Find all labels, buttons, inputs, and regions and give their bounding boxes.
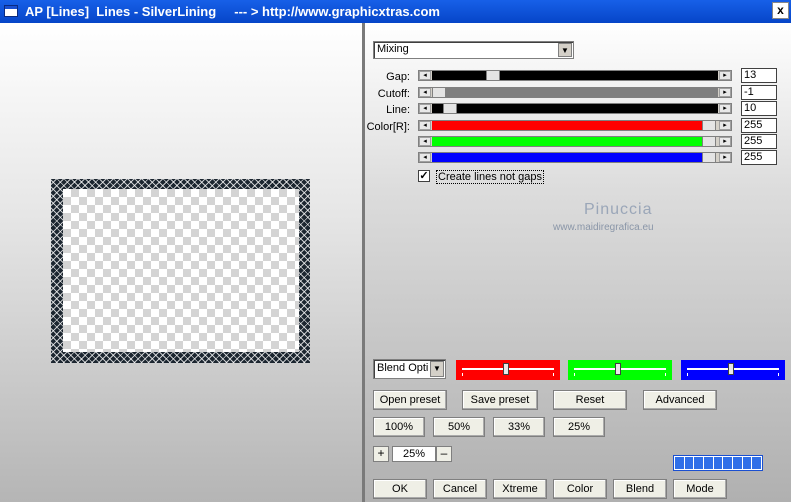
slider-value-field[interactable]: 10 xyxy=(741,101,777,116)
slider-track xyxy=(432,121,702,130)
scroll-right-arrow-icon[interactable]: ▸ xyxy=(719,88,731,97)
progress-indicator xyxy=(673,455,763,471)
slider-value-field[interactable]: 255 xyxy=(741,134,777,149)
slider-label: Color[R]: xyxy=(366,121,410,133)
mode-select-value: Mixing xyxy=(377,43,409,55)
open-preset-button[interactable]: Open preset xyxy=(373,390,447,410)
slider-value-field[interactable]: 255 xyxy=(741,150,777,165)
blend-options-value: Blend Opti xyxy=(377,362,429,374)
slider-thumb[interactable] xyxy=(432,87,446,98)
slider-thumb[interactable] xyxy=(702,136,716,147)
slider-thumb[interactable] xyxy=(728,363,734,375)
value-slider[interactable]: ◂ ▸ xyxy=(418,70,732,81)
slider-label: Gap: xyxy=(386,71,410,83)
slider-thumb[interactable] xyxy=(486,70,500,81)
zoom-50-button[interactable]: 50% xyxy=(433,417,485,437)
preview-panel xyxy=(0,23,362,502)
scroll-left-arrow-icon[interactable]: ◂ xyxy=(419,71,431,80)
zoom-33-button[interactable]: 33% xyxy=(493,417,545,437)
scroll-right-arrow-icon[interactable]: ▸ xyxy=(719,137,731,146)
scroll-left-arrow-icon[interactable]: ◂ xyxy=(419,137,431,146)
value-slider[interactable]: ◂ ▸ xyxy=(418,103,732,114)
color-mix-slider[interactable] xyxy=(456,360,560,380)
scroll-right-arrow-icon[interactable]: ▸ xyxy=(719,71,731,80)
advanced-button[interactable]: Advanced xyxy=(643,390,717,410)
scroll-left-arrow-icon[interactable]: ◂ xyxy=(419,88,431,97)
value-slider[interactable]: ◂ ▸ xyxy=(418,87,732,98)
create-lines-label[interactable]: Create lines not gaps xyxy=(436,170,544,184)
color-mix-slider[interactable] xyxy=(681,360,785,380)
preview-transparent-area xyxy=(63,189,299,352)
slider-track xyxy=(446,88,718,97)
mode-button[interactable]: Mode xyxy=(673,479,727,499)
scroll-right-arrow-icon[interactable]: ▸ xyxy=(719,104,731,113)
reset-button[interactable]: Reset xyxy=(553,390,627,410)
zoom-out-button[interactable]: – xyxy=(436,446,452,462)
close-button[interactable]: x xyxy=(772,2,789,19)
color-button[interactable]: Color xyxy=(553,479,607,499)
scroll-left-arrow-icon[interactable]: ◂ xyxy=(419,153,431,162)
slider-value-field[interactable]: -1 xyxy=(741,85,777,100)
slider-thumb[interactable] xyxy=(702,120,716,131)
value-slider[interactable]: ◂ ▸ xyxy=(418,120,732,131)
zoom-25-button[interactable]: 25% xyxy=(553,417,605,437)
slider-track xyxy=(432,153,702,162)
watermark-name: Pinuccia xyxy=(584,201,653,218)
slider-thumb[interactable] xyxy=(443,103,457,114)
window-title: AP [Lines] Lines - SilverLining --- > ht… xyxy=(25,4,440,19)
slider-thumb[interactable] xyxy=(615,363,621,375)
scroll-left-arrow-icon[interactable]: ◂ xyxy=(419,121,431,130)
scroll-left-arrow-icon[interactable]: ◂ xyxy=(419,104,431,113)
ok-button[interactable]: OK xyxy=(373,479,427,499)
scroll-right-arrow-icon[interactable]: ▸ xyxy=(719,121,731,130)
slider-value-field[interactable]: 13 xyxy=(741,68,777,83)
create-lines-checkbox[interactable]: ✓ xyxy=(418,170,430,182)
slider-track xyxy=(432,104,718,113)
value-slider[interactable]: ◂ ▸ xyxy=(418,136,732,147)
watermark-url: www.maidiregrafica.eu xyxy=(553,222,654,233)
value-slider[interactable]: ◂ ▸ xyxy=(418,152,732,163)
blend-options-select[interactable]: Blend Opti ▼ xyxy=(373,359,446,379)
app-icon xyxy=(4,5,18,17)
slider-track xyxy=(432,71,718,80)
cancel-button[interactable]: Cancel xyxy=(433,479,487,499)
slider-thumb[interactable] xyxy=(503,363,509,375)
scroll-right-arrow-icon[interactable]: ▸ xyxy=(719,153,731,162)
blend-button[interactable]: Blend xyxy=(613,479,667,499)
mode-select[interactable]: Mixing ▼ xyxy=(373,41,574,59)
title-bar: AP [Lines] Lines - SilverLining --- > ht… xyxy=(0,0,791,23)
chevron-down-icon[interactable]: ▼ xyxy=(430,361,444,377)
zoom-100-button[interactable]: 100% xyxy=(373,417,425,437)
chevron-down-icon[interactable]: ▼ xyxy=(558,43,572,57)
preview-frame xyxy=(51,179,310,363)
save-preset-button[interactable]: Save preset xyxy=(462,390,538,410)
xtreme-button[interactable]: Xtreme xyxy=(493,479,547,499)
zoom-value-field[interactable]: 25% xyxy=(392,446,436,462)
slider-track xyxy=(432,137,702,146)
slider-label: Line: xyxy=(386,104,410,116)
slider-thumb[interactable] xyxy=(702,152,716,163)
slider-label: Cutoff: xyxy=(377,88,410,100)
slider-value-field[interactable]: 255 xyxy=(741,118,777,133)
color-mix-slider[interactable] xyxy=(568,360,672,380)
zoom-in-button[interactable]: + xyxy=(373,446,389,462)
